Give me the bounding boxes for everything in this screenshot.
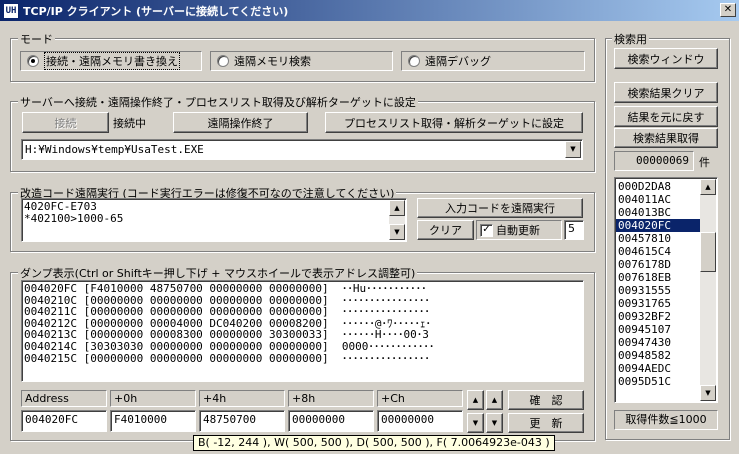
list-item[interactable]: 00932BF2 <box>616 310 700 323</box>
result-count-unit: 件 <box>699 156 710 169</box>
mode-radio-remote-write[interactable]: 接続・遠隔メモリ書き換え <box>20 51 202 71</box>
list-item[interactable]: 004013BC <box>616 206 700 219</box>
clear-code-button[interactable]: クリア <box>417 220 474 240</box>
address-input[interactable]: 004020FC <box>21 410 107 432</box>
list-item[interactable]: 00931555 <box>616 284 700 297</box>
list-item[interactable]: 00945107 <box>616 323 700 336</box>
target-process-select[interactable]: H:¥Windows¥temp¥UsaTest.EXE ▼ <box>21 139 583 160</box>
chevron-down-icon: ▼ <box>570 145 576 153</box>
results-scroll-down-button[interactable]: ▼ <box>700 385 716 401</box>
mode-group-label: モード <box>18 31 55 47</box>
checkmark-icon[interactable]: ✓ <box>480 223 493 237</box>
radio-button[interactable] <box>27 55 39 67</box>
offset-ch-label: +Ch <box>377 390 463 407</box>
search-fetch-button[interactable]: 検索結果取得 <box>614 128 718 148</box>
search-window-button[interactable]: 検索ウィンドウ <box>614 48 718 69</box>
list-item[interactable]: 007618EB <box>616 271 700 284</box>
confirm-button[interactable]: 確 認 <box>508 390 584 410</box>
list-item[interactable]: 00931765 <box>616 297 700 310</box>
mode-radio-remote-search[interactable]: 遠隔メモリ検索 <box>210 51 393 71</box>
list-item[interactable]: 004011AC <box>616 193 700 206</box>
address-up-button[interactable]: ▲ <box>467 390 484 410</box>
dump-view[interactable]: 004020FC [F4010000 48750700 00000000 000… <box>21 280 584 382</box>
offset-ch-input[interactable]: 00000000 <box>377 410 463 432</box>
offset-0h-input[interactable]: F4010000 <box>110 410 196 432</box>
update-button[interactable]: 更 新 <box>508 413 584 433</box>
address-page-down-button[interactable]: ▼ <box>486 413 503 433</box>
status-tooltip: B( -12, 244 ), W( 500, 500 ), D( 500, 50… <box>193 435 555 451</box>
address-field-label: Address <box>21 390 107 407</box>
search-results-list[interactable]: 000D2DA8 004011AC 004013BC 004020FC 0045… <box>614 177 718 403</box>
arrow-up-icon: ▲ <box>394 203 400 212</box>
auto-update-label: 自動更新 <box>496 224 540 237</box>
list-item[interactable]: 00948582 <box>616 349 700 362</box>
close-icon: ✕ <box>723 4 733 15</box>
window-title: TCP/IP クライアント (サーバーに接続してください) <box>23 4 289 18</box>
results-scroll-thumb[interactable] <box>700 232 716 272</box>
mode-option-label: 遠隔デバッグ <box>425 55 491 68</box>
auto-update-checkbox[interactable]: ✓ 自動更新 <box>476 220 562 240</box>
list-item[interactable]: 00947430 <box>616 336 700 349</box>
result-count: 00000069 <box>614 151 694 171</box>
list-item[interactable]: 0076178D <box>616 258 700 271</box>
list-item[interactable]: 0095D51C <box>616 375 700 388</box>
offset-4h-label: +4h <box>199 390 285 407</box>
radio-button[interactable] <box>217 55 229 67</box>
arrow-down-icon: ▼ <box>491 419 498 427</box>
offset-8h-label: +8h <box>288 390 374 407</box>
arrow-down-icon: ▼ <box>705 388 711 397</box>
results-scroll-track[interactable] <box>700 179 716 401</box>
connection-group-label: サーバーへ接続・遠隔操作終了・プロセスリスト取得及び解析ターゲットに設定 <box>18 94 418 110</box>
run-code-button[interactable]: 入力コードを遠隔実行 <box>417 198 583 218</box>
results-scroll-up-button[interactable]: ▲ <box>700 179 716 195</box>
mode-radio-remote-debug[interactable]: 遠隔デバッグ <box>401 51 585 71</box>
search-clear-button[interactable]: 検索結果クリア <box>614 82 718 103</box>
offset-8h-input[interactable]: 00000000 <box>288 410 374 432</box>
arrow-up-icon: ▲ <box>472 396 479 404</box>
result-limit-label: 取得件数≦1000 <box>614 410 718 430</box>
offset-4h-input[interactable]: 48750700 <box>199 410 285 432</box>
radio-button[interactable] <box>408 55 420 67</box>
connection-status: 接続中 <box>113 117 146 130</box>
address-page-up-button[interactable]: ▲ <box>486 390 503 410</box>
process-list-button[interactable]: プロセスリスト取得・解析ターゲットに設定 <box>325 112 583 133</box>
list-item[interactable]: 0094AEDC <box>616 362 700 375</box>
title-bar[interactable]: UH TCP/IP クライアント (サーバーに接続してください) <box>0 0 739 21</box>
code-line: *402100>1000-65 <box>24 212 124 225</box>
list-item[interactable]: 000D2DA8 <box>616 180 700 193</box>
mode-option-label: 接続・遠隔メモリ書き換え <box>44 52 180 70</box>
arrow-up-icon: ▲ <box>491 396 498 404</box>
target-process-path: H:¥Windows¥temp¥UsaTest.EXE <box>25 143 204 156</box>
dump-group-label: ダンプ表示(Ctrl or Shiftキー押し下げ + マウスホイールで表示アド… <box>18 265 418 281</box>
mode-option-label: 遠隔メモリ検索 <box>234 55 311 68</box>
search-group-label: 検索用 <box>612 31 649 47</box>
code-input-area[interactable]: 4020FC-E703 *402100>1000-65 ▲ ▼ <box>21 198 407 242</box>
list-item-selected[interactable]: 004020FC <box>616 219 700 232</box>
dump-line: 0040214C [30303030 00000000 00000000 000… <box>24 339 435 353</box>
window-close-button[interactable]: ✕ <box>720 3 736 17</box>
app-icon: UH <box>3 2 19 19</box>
arrow-down-icon: ▼ <box>472 419 479 427</box>
connect-button[interactable]: 接続 <box>22 112 109 133</box>
end-remote-button[interactable]: 遠隔操作終了 <box>173 112 308 133</box>
dropdown-arrow-button[interactable]: ▼ <box>565 141 581 158</box>
list-item[interactable]: 004615C4 <box>616 245 700 258</box>
arrow-up-icon: ▲ <box>705 182 711 191</box>
code-scroll-down-button[interactable]: ▼ <box>389 224 405 240</box>
arrow-down-icon: ▼ <box>394 227 400 236</box>
code-scroll-up-button[interactable]: ▲ <box>389 200 405 216</box>
search-restore-button[interactable]: 結果を元に戻す <box>614 106 718 127</box>
auto-update-interval-input[interactable]: 5 <box>564 220 584 240</box>
dump-line: 004020FC [F4010000 48750700 00000000 000… <box>24 282 427 295</box>
offset-0h-label: +0h <box>110 390 196 407</box>
dump-line: 0040215C [00000000 00000000 00000000 000… <box>24 351 430 365</box>
list-item[interactable]: 00457810 <box>616 232 700 245</box>
address-down-button[interactable]: ▼ <box>467 413 484 433</box>
